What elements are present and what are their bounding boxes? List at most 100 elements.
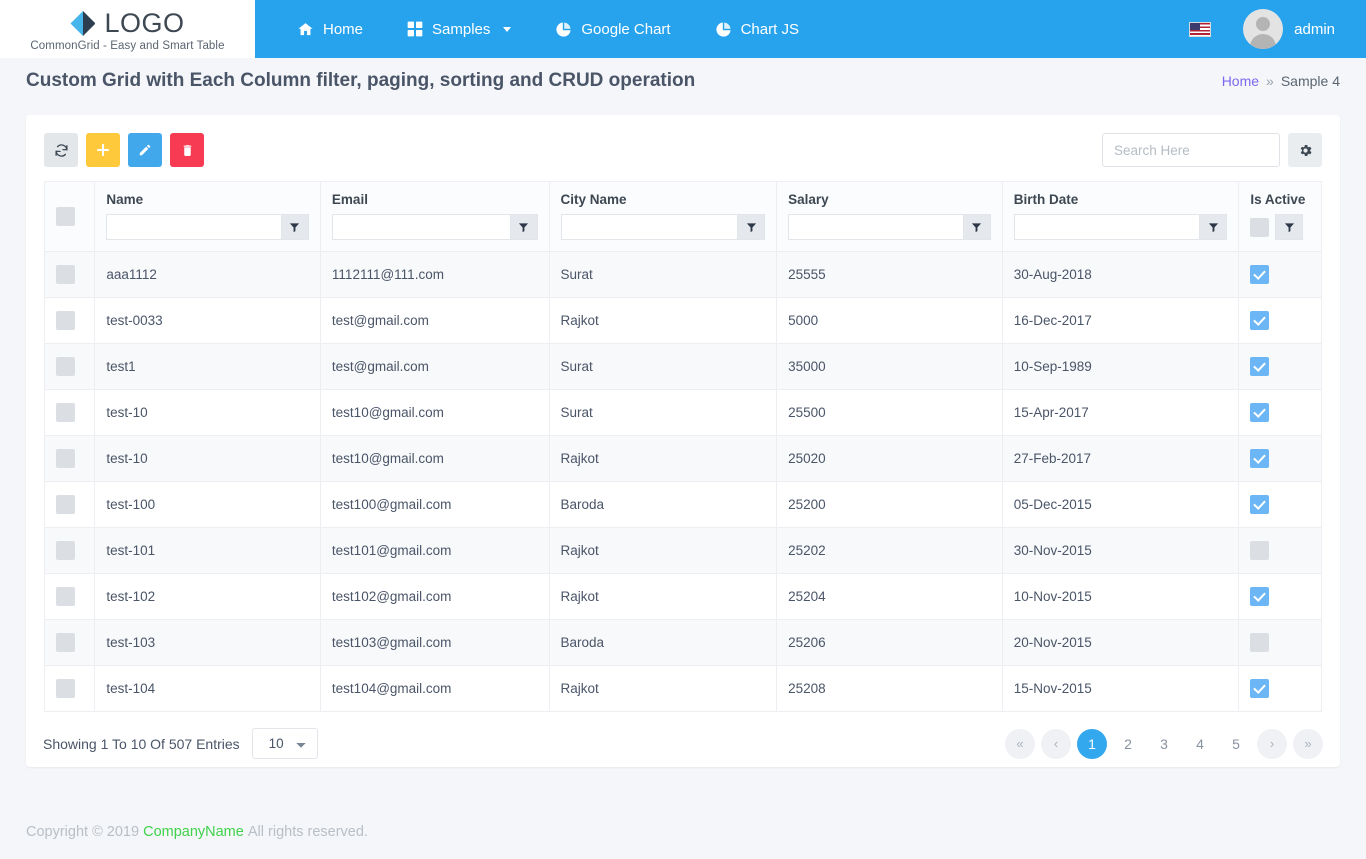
diamond-logo-icon bbox=[70, 11, 96, 36]
page-footer: Copyright © 2019 CompanyName All rights … bbox=[0, 805, 1366, 859]
cell-name: test-101 bbox=[94, 527, 321, 574]
filter-birth-button[interactable] bbox=[1199, 214, 1228, 240]
filter-email-button[interactable] bbox=[509, 214, 538, 240]
pagination-next-button[interactable]: › bbox=[1257, 728, 1287, 759]
filter-name-button[interactable] bbox=[280, 214, 309, 240]
company-name-link[interactable]: CompanyName bbox=[143, 824, 244, 840]
filter-salary-input[interactable] bbox=[788, 214, 963, 240]
table-row[interactable]: test-102 test102@gmail.com Rajkot 25204 10-N… bbox=[43, 573, 1322, 620]
nav-item-home[interactable]: Home bbox=[275, 0, 385, 58]
pagination-page-3[interactable]: 3 bbox=[1149, 729, 1179, 759]
table-row[interactable]: test-10 test10@gmail.com Rajkot 25020 27-Feb… bbox=[43, 435, 1322, 482]
row-select-checkbox[interactable] bbox=[56, 265, 75, 284]
is-active-checkbox[interactable] bbox=[1250, 679, 1270, 698]
filter-city-button[interactable] bbox=[737, 214, 766, 240]
filter-salary-button[interactable] bbox=[962, 214, 991, 240]
row-select-checkbox[interactable] bbox=[56, 587, 75, 606]
row-select-checkbox[interactable] bbox=[56, 679, 75, 698]
is-active-checkbox[interactable] bbox=[1250, 311, 1270, 330]
pagination-last-button[interactable]: » bbox=[1293, 728, 1323, 759]
filter-email-input[interactable] bbox=[331, 214, 510, 240]
filter-city-input[interactable] bbox=[560, 214, 738, 240]
grid-squares-icon bbox=[407, 21, 423, 37]
nav-item-google-chart[interactable]: Google Chart bbox=[533, 0, 692, 58]
search-input[interactable] bbox=[1102, 133, 1280, 167]
settings-button[interactable] bbox=[1288, 133, 1322, 167]
is-active-checkbox[interactable] bbox=[1250, 495, 1270, 514]
cell-name: test-102 bbox=[94, 573, 321, 620]
header-email[interactable]: Email bbox=[319, 181, 550, 252]
filter-active-button[interactable] bbox=[1275, 214, 1304, 240]
cell-is-active bbox=[1238, 343, 1322, 390]
header-name[interactable]: Name bbox=[94, 181, 321, 252]
filter-email-row bbox=[331, 214, 538, 240]
table-row[interactable]: test-100 test100@gmail.com Baroda 25200 05-D… bbox=[43, 481, 1322, 528]
header-birth-date[interactable]: Birth Date bbox=[1001, 181, 1240, 252]
table-row[interactable]: test-103 test103@gmail.com Baroda 25206 20-N… bbox=[43, 619, 1322, 666]
brand-block[interactable]: LOGO CommonGrid - Easy and Smart Table bbox=[0, 0, 255, 58]
filter-birth-input[interactable] bbox=[1013, 214, 1200, 240]
nav-item-chart-js[interactable]: Chart JS bbox=[693, 0, 821, 58]
is-active-checkbox[interactable] bbox=[1250, 449, 1270, 468]
cell-name: test-100 bbox=[94, 481, 321, 528]
delete-button[interactable] bbox=[170, 133, 204, 167]
row-select-checkbox[interactable] bbox=[56, 495, 75, 514]
cell-email: test100@gmail.com bbox=[319, 481, 550, 528]
header-city[interactable]: City Name bbox=[548, 181, 778, 252]
funnel-icon bbox=[289, 222, 300, 233]
row-select-checkbox[interactable] bbox=[56, 403, 75, 422]
language-selector[interactable] bbox=[1181, 21, 1228, 37]
pagination-prev-button[interactable]: ‹ bbox=[1041, 728, 1071, 759]
pagination-page-1[interactable]: 1 bbox=[1077, 728, 1107, 759]
is-active-checkbox[interactable] bbox=[1250, 265, 1270, 284]
cell-name: test-103 bbox=[94, 619, 321, 666]
cell-birth-date: 16-Dec-2017 bbox=[1001, 297, 1240, 344]
table-row[interactable]: test-10 test10@gmail.com Surat 25500 15-Apr-… bbox=[43, 389, 1322, 436]
filter-name-input[interactable] bbox=[106, 214, 281, 240]
header-salary-label: Salary bbox=[788, 192, 829, 207]
pagination-page-2[interactable]: 2 bbox=[1113, 729, 1143, 759]
is-active-checkbox[interactable] bbox=[1250, 587, 1270, 606]
user-menu[interactable]: admin bbox=[1233, 9, 1352, 49]
row-select-checkbox[interactable] bbox=[56, 541, 75, 560]
row-select-cell bbox=[43, 297, 96, 344]
pagination-page-5[interactable]: 5 bbox=[1221, 729, 1251, 759]
cell-birth-date: 15-Nov-2015 bbox=[1001, 665, 1240, 712]
brand-tagline: CommonGrid - Easy and Smart Table bbox=[30, 40, 225, 52]
select-all-checkbox[interactable] bbox=[56, 206, 75, 226]
row-select-checkbox[interactable] bbox=[56, 311, 75, 330]
pagination-first-button[interactable]: « bbox=[1005, 728, 1035, 759]
edit-button[interactable] bbox=[128, 133, 162, 167]
header-salary[interactable]: Salary bbox=[776, 181, 1003, 252]
row-select-checkbox[interactable] bbox=[56, 449, 75, 468]
is-active-checkbox[interactable] bbox=[1250, 357, 1270, 376]
funnel-icon bbox=[518, 222, 529, 233]
cell-is-active bbox=[1238, 573, 1322, 620]
header-is-active[interactable]: Is Active bbox=[1238, 181, 1322, 252]
table-row[interactable]: aaa1112 1112111@111.com Surat 25555 30-Aug-2… bbox=[43, 251, 1322, 298]
add-button[interactable] bbox=[86, 133, 120, 167]
crud-button-group bbox=[44, 133, 204, 167]
brand-logo-row: LOGO bbox=[70, 8, 184, 39]
row-select-cell bbox=[43, 435, 96, 482]
page-size-select[interactable]: 102550100 bbox=[251, 728, 318, 759]
breadcrumb-home-link[interactable]: Home bbox=[1222, 73, 1259, 89]
top-navigation-bar: LOGO CommonGrid - Easy and Smart Table H… bbox=[0, 0, 1366, 58]
is-active-checkbox[interactable] bbox=[1250, 541, 1270, 560]
page-header: Custom Grid with Each Column filter, pag… bbox=[0, 58, 1366, 103]
filter-active-checkbox[interactable] bbox=[1250, 217, 1270, 237]
nav-item-samples[interactable]: Samples bbox=[385, 0, 533, 58]
is-active-checkbox[interactable] bbox=[1250, 633, 1270, 652]
refresh-button[interactable] bbox=[44, 133, 78, 167]
table-row[interactable]: test-0033 test@gmail.com Rajkot 5000 16-Dec-… bbox=[43, 297, 1322, 344]
grid-body: aaa1112 1112111@111.com Surat 25555 30-Aug-2… bbox=[43, 251, 1322, 712]
row-select-checkbox[interactable] bbox=[56, 633, 75, 652]
pagination-page-4[interactable]: 4 bbox=[1185, 729, 1215, 759]
cell-birth-date: 05-Dec-2015 bbox=[1001, 481, 1240, 528]
cell-name: test-10 bbox=[94, 389, 321, 436]
table-row[interactable]: test-104 test104@gmail.com Rajkot 25208 15-N… bbox=[43, 665, 1322, 712]
table-row[interactable]: test1 test@gmail.com Surat 35000 10-Sep-1989 bbox=[43, 343, 1322, 390]
is-active-checkbox[interactable] bbox=[1250, 403, 1270, 422]
table-row[interactable]: test-101 test101@gmail.com Rajkot 25202 30-N… bbox=[43, 527, 1322, 574]
row-select-checkbox[interactable] bbox=[56, 357, 75, 376]
